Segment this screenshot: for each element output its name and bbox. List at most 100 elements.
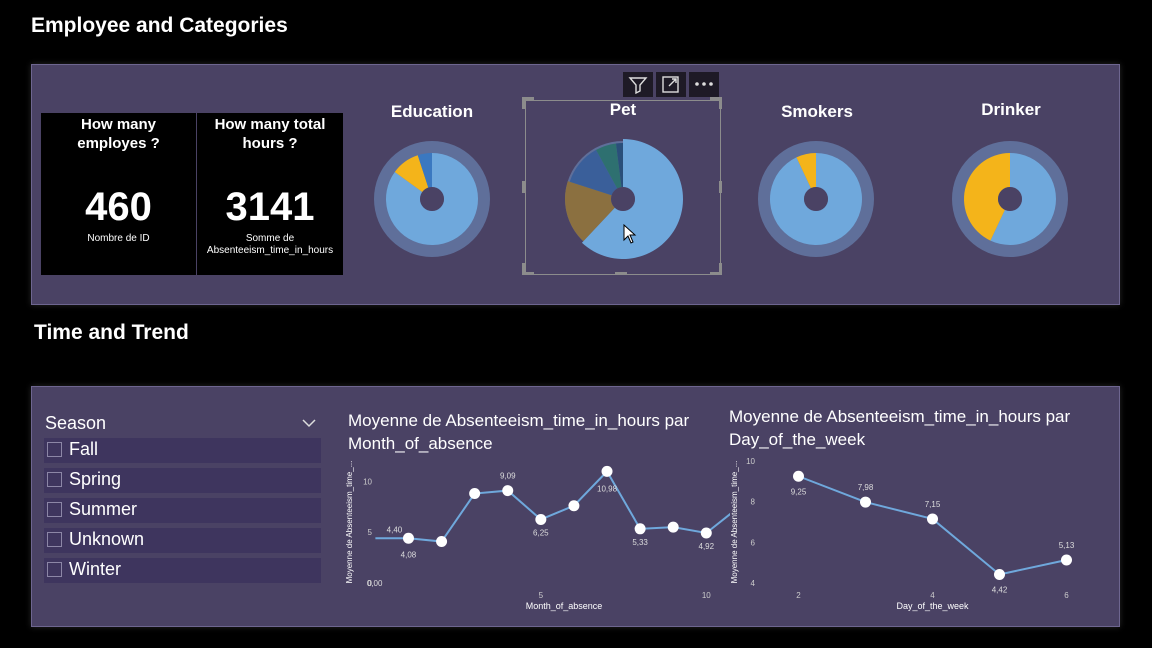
donut-hole (998, 187, 1022, 211)
slicer-item-fall[interactable]: Fall (44, 438, 321, 463)
y-tick-label: 6 (751, 538, 756, 547)
data-point (1061, 554, 1072, 566)
data-point (402, 532, 414, 544)
y-tick-label: 8 (751, 498, 756, 507)
resize-handle[interactable] (522, 263, 525, 275)
checkbox[interactable] (47, 562, 62, 577)
trend-panel: Season Fall Spring Summer Unknown Winter… (31, 386, 1120, 627)
data-label: 9,25 (791, 487, 807, 496)
chevron-down-icon[interactable] (301, 416, 317, 430)
slicer-item-label: Fall (69, 439, 99, 459)
data-label: 7,15 (925, 500, 941, 509)
resize-handle[interactable] (719, 263, 722, 275)
data-point (535, 513, 547, 525)
x-tick-label: 10 (702, 591, 711, 600)
data-label: 7,98 (858, 483, 874, 492)
categories-panel: How many employes ? 460 Nombre de ID How… (31, 64, 1120, 305)
filter-button[interactable] (623, 72, 653, 97)
kpi-card-employees[interactable]: How many employes ? 460 Nombre de ID (41, 113, 196, 275)
chart-title-month: Moyenne de Absenteeism_time_in_hours par… (348, 411, 690, 453)
donut-hole (804, 187, 828, 211)
donut-chart-education[interactable] (372, 139, 492, 259)
data-label: 10,98 (597, 484, 618, 493)
data-label: 4,08 (401, 551, 417, 560)
x-axis-title: Month_of_absence (526, 601, 603, 611)
section-title-employee: Employee and Categories (31, 14, 288, 37)
data-point (927, 513, 938, 525)
checkbox[interactable] (47, 502, 62, 517)
data-point (601, 465, 613, 477)
data-point (860, 496, 871, 508)
donut-title-education: Education (390, 102, 474, 121)
data-point (568, 500, 580, 512)
data-label: 4,40 (387, 525, 403, 534)
resize-handle[interactable] (522, 181, 525, 193)
line-chart-day[interactable]: Moyenne de Absenteeism_time_... Day_of_th… (725, 455, 1110, 620)
mouse-cursor-icon (623, 224, 637, 244)
data-point (667, 521, 679, 533)
y-tick-label: 10 (363, 477, 372, 486)
chart-title-day: Moyenne de Absenteeism_time_in_hours par… (729, 407, 1071, 449)
slicer-item-summer[interactable]: Summer (44, 498, 321, 523)
data-label: 4,92 (699, 542, 715, 551)
resize-handle[interactable] (719, 97, 722, 109)
slicer-item-label: Winter (69, 559, 122, 579)
y-axis-title: Moyenne de Absenteeism_time_... (730, 461, 739, 584)
checkbox[interactable] (47, 472, 62, 487)
x-tick-label: 2 (796, 591, 801, 600)
more-options-icon (695, 82, 713, 86)
data-point (793, 470, 804, 482)
resize-handle[interactable] (615, 272, 627, 275)
more-options-button[interactable] (689, 72, 719, 97)
checkbox[interactable] (47, 442, 62, 457)
slicer-item-winter[interactable]: Winter (44, 558, 321, 583)
slicer-item-label: Spring (69, 469, 122, 489)
slicer-item-unknown[interactable]: Unknown (44, 528, 321, 553)
kpi-value: 3141 (225, 185, 315, 229)
y-tick-label: 5 (368, 528, 373, 537)
series-line (798, 475, 1067, 576)
kpi-card-hours[interactable]: How many total hours ? 3141 Somme de Abs… (197, 113, 343, 275)
data-point (502, 485, 514, 497)
selection-frame (525, 100, 721, 275)
data-label: 9,09 (500, 472, 516, 481)
focus-mode-button[interactable] (656, 72, 686, 97)
donut-chart-smokers[interactable] (756, 139, 876, 259)
section-title-time-trend: Time and Trend (34, 321, 189, 344)
x-tick-label: 6 (1064, 591, 1069, 600)
slicer-item-spring[interactable]: Spring (44, 468, 321, 493)
kpi-label: Nombre de ID (87, 233, 150, 244)
kpi-question: How many total hours ? (214, 116, 326, 152)
kpi-question: How many employes ? (77, 116, 160, 152)
filter-icon (628, 77, 648, 95)
focus-mode-icon (662, 76, 679, 93)
data-point (700, 527, 712, 539)
x-tick-label: 4 (930, 591, 935, 600)
slicer-item-label: Unknown (69, 529, 145, 549)
kpi-value: 460 (85, 185, 152, 229)
kpi-label: Somme de Absenteeism_time_in_hours (206, 233, 334, 256)
data-label: 0,00 (367, 579, 383, 588)
checkbox[interactable] (47, 532, 62, 547)
data-label: 6,25 (533, 528, 549, 537)
donut-chart-drinker[interactable] (950, 137, 1070, 261)
slicer-item-label: Summer (69, 499, 138, 519)
donut-hole (420, 187, 444, 211)
data-label: 5,33 (632, 538, 648, 547)
resize-handle[interactable] (522, 97, 525, 109)
x-axis-title: Day_of_the_week (896, 601, 969, 611)
data-label: 4,42 (992, 585, 1008, 594)
y-tick-label: 4 (751, 579, 756, 588)
data-label: 5,13 (1059, 541, 1075, 550)
donut-title-drinker: Drinker (981, 100, 1041, 119)
y-axis-title: Moyenne de Absenteeism_time_... (345, 461, 354, 584)
data-point (436, 536, 448, 548)
line-chart-month[interactable]: Moyenne de Absenteeism_time_... Month_of_… (340, 455, 730, 620)
donut-title-smokers: Smokers (781, 102, 853, 121)
x-tick-label: 5 (539, 591, 544, 600)
resize-handle[interactable] (719, 181, 722, 193)
data-point (994, 568, 1005, 580)
slicer-title: Season (45, 413, 107, 433)
data-point (469, 488, 481, 500)
y-tick-label: 10 (746, 457, 755, 466)
